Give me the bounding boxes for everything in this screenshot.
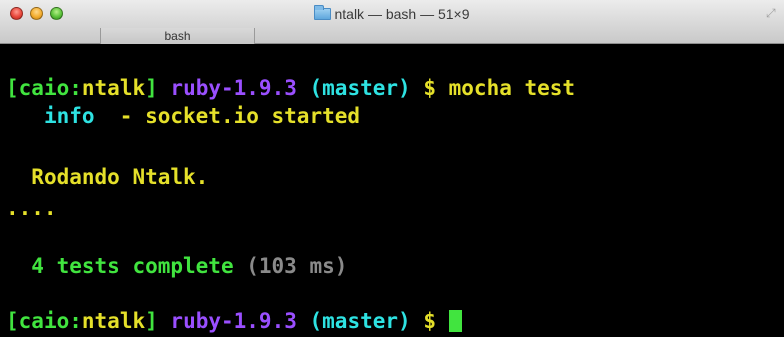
prompt-close-bracket: ] bbox=[145, 76, 158, 100]
prompt-user: caio bbox=[18, 76, 70, 100]
prompt-colon: : bbox=[69, 76, 82, 100]
tab-bash[interactable]: bash bbox=[100, 28, 255, 44]
tab-bar: bash bbox=[0, 28, 784, 44]
suite-title: Rodando Ntalk. bbox=[31, 165, 209, 189]
prompt-git-branch: (master) bbox=[309, 76, 411, 100]
test-summary: 4 tests complete bbox=[31, 254, 234, 278]
fullscreen-icon[interactable]: ⤢ bbox=[766, 7, 778, 19]
terminal-window: ntalk — bash — 51×9 ⤢ bash [caio:ntalk] … bbox=[0, 0, 784, 337]
log-level: info bbox=[43, 104, 95, 128]
prompt-symbol: $ bbox=[423, 309, 436, 333]
log-line: info - socket.io started bbox=[6, 103, 360, 129]
summary-line: 4 tests complete (103 ms) bbox=[6, 253, 347, 279]
prompt-directory: ntalk bbox=[81, 309, 146, 333]
prompt-open-bracket: [ bbox=[6, 309, 19, 333]
prompt-git-branch: (master) bbox=[309, 309, 411, 333]
prompt-directory: ntalk bbox=[81, 76, 146, 100]
prompt-line-2[interactable]: [caio:ntalk] ruby-1.9.3 (master) $ bbox=[6, 308, 462, 334]
window-title: ntalk — bash — 51×9 bbox=[0, 5, 784, 23]
progress-dots-line: .... bbox=[6, 195, 57, 221]
suite-title-line: Rodando Ntalk. bbox=[6, 164, 208, 190]
prompt-colon: : bbox=[69, 309, 82, 333]
prompt-symbol: $ bbox=[423, 76, 436, 100]
prompt-ruby-version: ruby-1.9.3 bbox=[170, 76, 297, 100]
test-timing: (103 ms) bbox=[246, 254, 348, 278]
prompt-ruby-version: ruby-1.9.3 bbox=[170, 309, 297, 333]
prompt-user: caio bbox=[18, 309, 70, 333]
window-title-text: ntalk — bash — 51×9 bbox=[334, 6, 470, 22]
prompt-close-bracket: ] bbox=[145, 309, 158, 333]
terminal-output[interactable]: [caio:ntalk] ruby-1.9.3 (master) $ mocha… bbox=[0, 44, 784, 337]
command-text: mocha test bbox=[448, 76, 576, 100]
text-cursor bbox=[448, 310, 462, 332]
prompt-open-bracket: [ bbox=[6, 76, 19, 100]
title-bar[interactable]: ntalk — bash — 51×9 ⤢ bash bbox=[0, 0, 784, 44]
log-message: - socket.io started bbox=[94, 104, 361, 128]
progress-dots: .... bbox=[6, 196, 57, 220]
prompt-line-1: [caio:ntalk] ruby-1.9.3 (master) $ mocha… bbox=[6, 75, 575, 101]
folder-icon bbox=[314, 5, 332, 20]
